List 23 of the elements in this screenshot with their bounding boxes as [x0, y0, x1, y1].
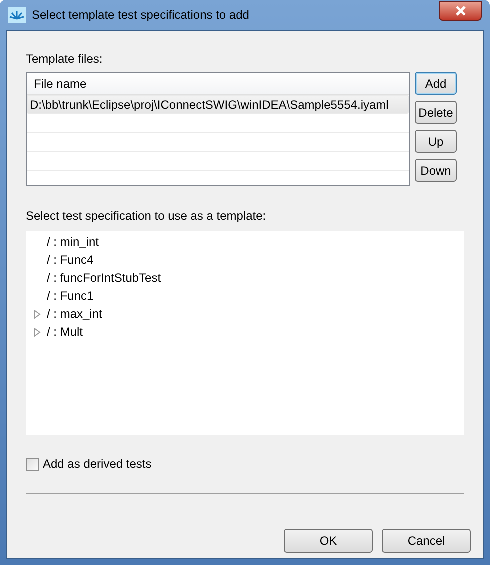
window-title: Select template test specifications to add	[32, 7, 250, 24]
dialog-button[interactable]: Cancel	[382, 529, 471, 553]
tree-item[interactable]: / : Func1	[47, 287, 94, 305]
table-row[interactable]: D:\bb\trunk\Eclipse\proj\IConnectSWIG\winIDEA\Sample5554.iyaml	[27, 95, 409, 114]
tree-item[interactable]: / : max_int	[47, 305, 102, 323]
tree-item[interactable]: / : Func4	[47, 251, 94, 269]
tree-item[interactable]: / : funcForIntStubTest	[47, 269, 162, 287]
app-icon	[8, 7, 26, 23]
checkbox-label: Add as derived tests	[43, 456, 152, 473]
close-button[interactable]	[439, 1, 482, 21]
tree-item[interactable]: / : min_int	[47, 233, 100, 251]
dialog-button[interactable]: Down	[415, 159, 457, 182]
dialog-button[interactable]: Up	[415, 130, 457, 153]
expander-icon[interactable]	[34, 310, 41, 318]
checkbox[interactable]	[26, 458, 39, 470]
tree-item[interactable]: / : Mult	[47, 323, 84, 341]
dialog-button[interactable]: Delete	[415, 101, 457, 124]
section-label: Select test specification to use as a template:	[26, 208, 268, 225]
dialog-button[interactable]: OK	[284, 529, 373, 553]
dialog-button[interactable]: Add	[415, 72, 457, 95]
expander-icon[interactable]	[34, 328, 41, 336]
section-label: Template files:	[26, 51, 104, 68]
close-icon	[454, 6, 466, 16]
